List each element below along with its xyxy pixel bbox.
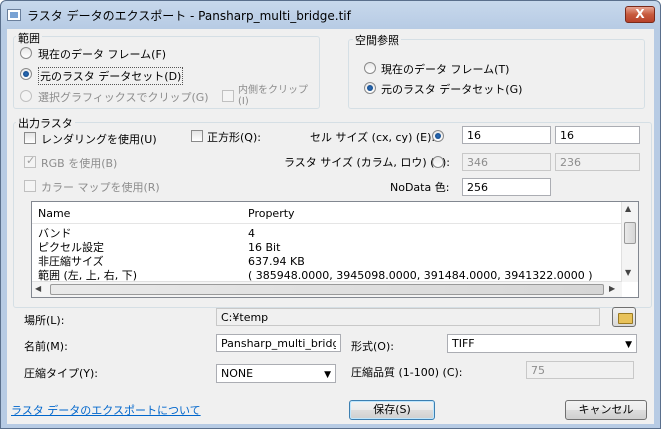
help-link[interactable]: ラスタ データのエクスポートについて (11, 402, 201, 418)
clip-inside-checkbox[interactable] (222, 90, 234, 102)
location-input[interactable] (216, 308, 600, 326)
list-item[interactable]: 非圧縮サイズ 637.94 KB (32, 255, 622, 268)
property-name: バンド (38, 227, 72, 240)
property-value: 4 (248, 227, 255, 240)
raster-columns-input[interactable] (462, 153, 551, 171)
spatial-ref-original-dataset-radio[interactable] (364, 82, 376, 94)
window-title: ラスタ データのエクスポート - Pansharp_multi_bridge.t… (27, 9, 351, 23)
property-name: 非圧縮サイズ (38, 255, 104, 268)
column-header-name[interactable]: Name (38, 207, 70, 220)
cell-size-cx-input[interactable] (462, 126, 551, 144)
dialog-body: 範囲 現在のデータ フレーム(F) 元のラスタ データセット(D) 選択グラフィ… (7, 29, 654, 424)
clip-inside-label-line1: 内側をクリップ (238, 85, 308, 96)
name-label: 名前(M): (24, 340, 68, 353)
properties-horizontal-scrollbar[interactable]: ◀ ▶ (32, 281, 622, 297)
column-header-property[interactable]: Property (248, 207, 295, 220)
format-label: 形式(O): (351, 340, 394, 353)
vertical-scroll-thumb[interactable] (624, 222, 636, 244)
use-colormap-label[interactable]: カラー マップを使用(R) (41, 179, 160, 195)
save-button[interactable]: 保存(S) (349, 400, 435, 420)
nodata-input[interactable] (462, 178, 551, 196)
extent-clip-graphics-label[interactable]: 選択グラフィックスでクリップ(G) (38, 89, 209, 105)
spatial-ref-original-dataset-label[interactable]: 元のラスタ データセット(G) (381, 81, 522, 97)
cell-size-cy-input[interactable] (555, 126, 640, 144)
property-value: 16 Bit (248, 241, 281, 254)
use-renderer-checkbox[interactable] (24, 132, 36, 144)
nodata-label: NoData 色: (390, 181, 450, 194)
cancel-button[interactable]: キャンセル (565, 400, 647, 420)
extent-original-dataset-radio[interactable] (20, 68, 32, 80)
property-value: 637.94 KB (248, 255, 305, 268)
close-button[interactable]: X (625, 6, 655, 23)
spatial-ref-current-frame-label[interactable]: 現在のデータ フレーム(T) (381, 61, 509, 77)
raster-rows-input[interactable] (555, 153, 640, 171)
spatial-ref-current-frame-radio[interactable] (364, 62, 376, 74)
folder-open-icon[interactable] (612, 307, 636, 327)
property-name: ピクセル設定 (38, 241, 104, 254)
compression-type-label: 圧縮タイプ(Y): (24, 367, 99, 380)
chevron-down-icon: ▼ (625, 340, 632, 350)
name-input[interactable] (216, 334, 341, 352)
list-item[interactable]: ピクセル設定 16 Bit (32, 241, 622, 254)
compression-type-value: NONE (221, 367, 254, 380)
horizontal-scroll-thumb[interactable] (50, 284, 604, 295)
title-bar[interactable]: ラスタ データのエクスポート - Pansharp_multi_bridge.t… (1, 1, 660, 29)
clip-inside-label-line2: (I) (238, 96, 249, 107)
square-label[interactable]: 正方形(Q): (207, 129, 261, 145)
properties-header: Name Property (32, 202, 622, 224)
extent-current-frame-label[interactable]: 現在のデータ フレーム(F) (38, 46, 166, 62)
raster-size-radio[interactable] (432, 156, 444, 168)
export-raster-dialog: ラスタ データのエクスポート - Pansharp_multi_bridge.t… (0, 0, 661, 429)
spatial-ref-group-label: 空間参照 (353, 32, 401, 48)
extent-group-label: 範囲 (16, 30, 42, 46)
use-rgb-label[interactable]: RGB を使用(B) (41, 155, 117, 171)
raster-size-label: ラスタ サイズ (カラム, ロウ) (Z): (284, 156, 451, 169)
format-select[interactable]: TIFF ▼ (447, 334, 637, 353)
square-checkbox[interactable] (191, 130, 203, 142)
clip-inside-label[interactable]: 内側をクリップ (I) (238, 85, 308, 107)
scroll-right-icon[interactable]: ▶ (609, 284, 615, 293)
use-renderer-label[interactable]: レンダリングを使用(U) (41, 131, 157, 147)
output-raster-group-label: 出力ラスタ (16, 115, 75, 131)
chevron-down-icon: ▼ (324, 370, 331, 380)
use-colormap-checkbox[interactable] (24, 180, 36, 192)
scroll-up-icon[interactable]: ▲ (625, 204, 631, 213)
compression-type-select[interactable]: NONE ▼ (216, 364, 336, 383)
cell-size-radio[interactable] (432, 130, 444, 142)
properties-vertical-scrollbar[interactable]: ▲ ▼ (621, 202, 638, 282)
compression-quality-input[interactable] (526, 361, 634, 379)
extent-clip-graphics-radio[interactable] (20, 90, 32, 102)
app-icon (7, 9, 21, 21)
scroll-down-icon[interactable]: ▼ (625, 268, 631, 277)
properties-list[interactable]: Name Property バンド 4 ピクセル設定 16 Bit 非圧縮サイズ… (31, 201, 639, 298)
use-rgb-checkbox[interactable] (24, 154, 36, 168)
compression-quality-label: 圧縮品質 (1-100) (C): (351, 366, 463, 379)
cell-size-label: セル サイズ (cx, cy) (E): (310, 131, 436, 144)
extent-original-dataset-label[interactable]: 元のラスタ データセット(D) (38, 67, 184, 85)
location-label: 場所(L): (24, 314, 65, 327)
format-value: TIFF (452, 337, 475, 350)
scroll-left-icon[interactable]: ◀ (35, 284, 41, 293)
extent-current-frame-radio[interactable] (20, 47, 32, 59)
list-item[interactable]: バンド 4 (32, 227, 622, 240)
